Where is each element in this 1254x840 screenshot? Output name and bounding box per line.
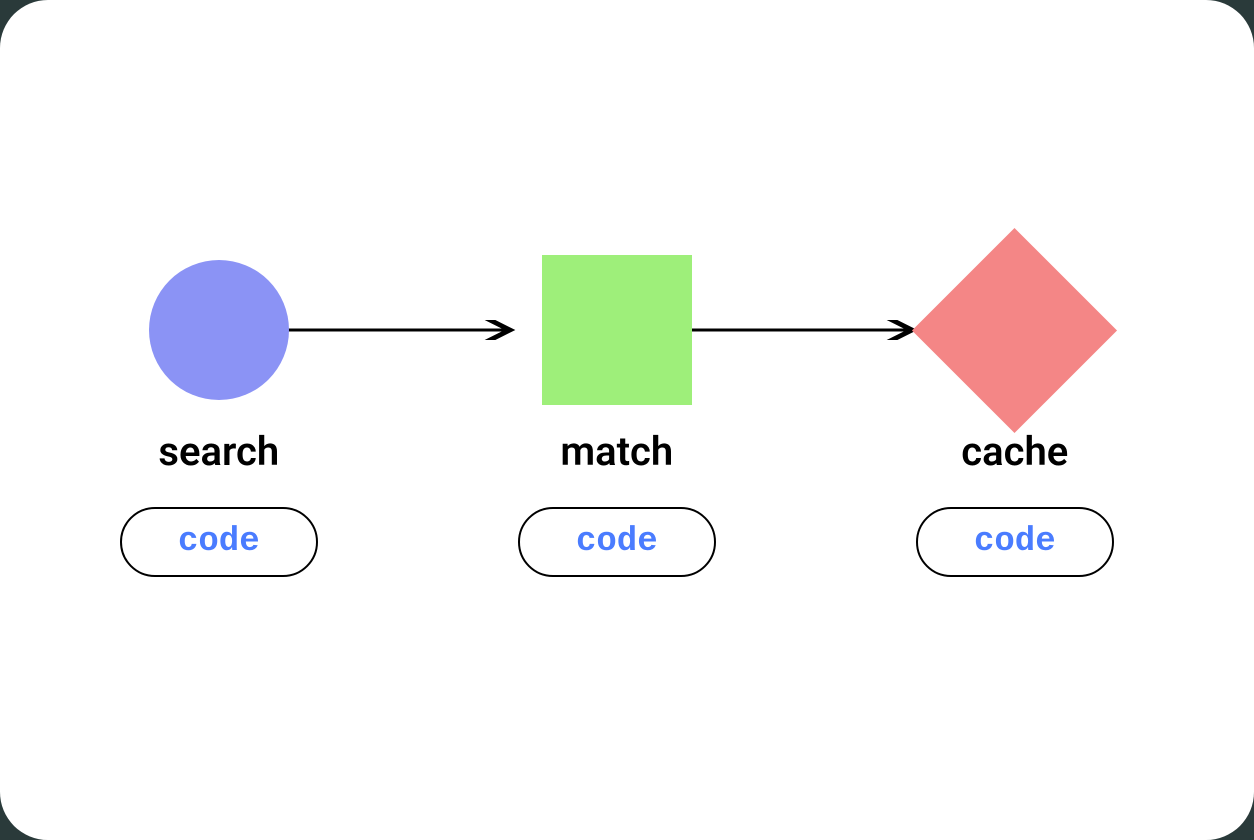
diamond-icon (912, 227, 1117, 432)
square-icon (542, 255, 692, 405)
shape-circle (149, 250, 289, 410)
node-cache: cache code (916, 250, 1114, 577)
node-label-search: search (158, 428, 279, 475)
node-match: match code (518, 250, 716, 577)
node-search: search code (120, 250, 318, 577)
shape-square (542, 250, 692, 410)
code-button-cache[interactable]: code (916, 507, 1114, 577)
code-button-match[interactable]: code (518, 507, 716, 577)
diagram: search code match code cache code (0, 0, 1254, 840)
arrow-match-to-cache (686, 320, 924, 340)
diagram-canvas: search code match code cache code (0, 0, 1254, 840)
arrow-search-to-match (284, 320, 522, 340)
node-label-match: match (560, 428, 673, 475)
shape-diamond (942, 250, 1087, 410)
node-label-cache: cache (961, 428, 1068, 475)
code-button-search[interactable]: code (120, 507, 318, 577)
circle-icon (149, 260, 289, 400)
